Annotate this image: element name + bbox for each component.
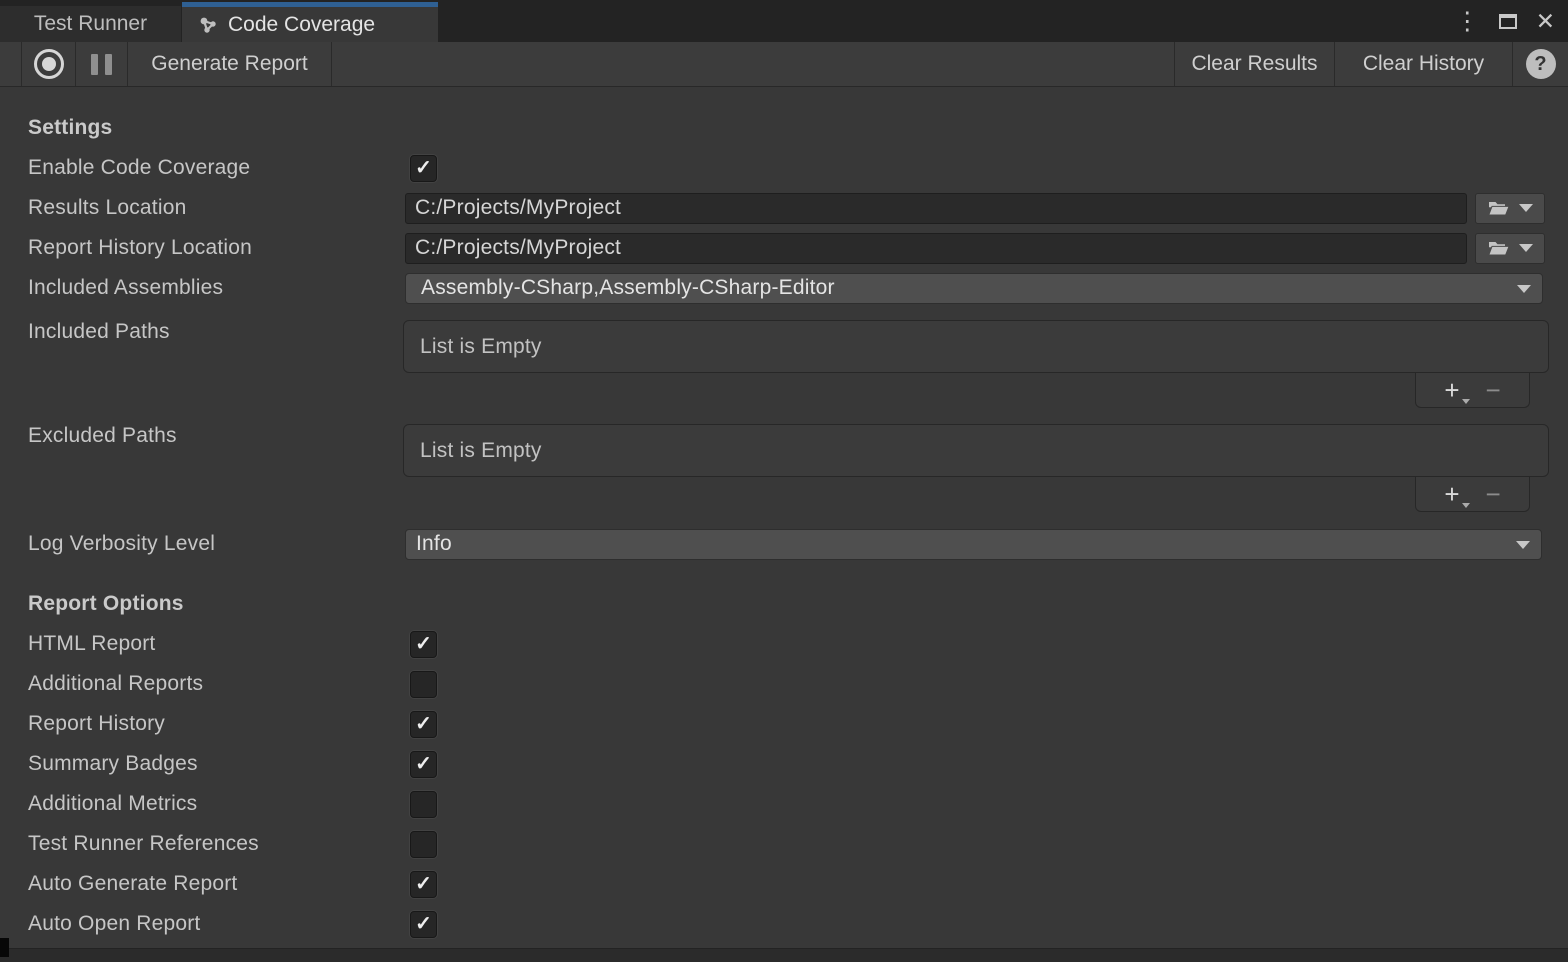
add-path-button[interactable]: + <box>1444 484 1469 505</box>
plus-icon: + <box>1444 484 1459 505</box>
included-assemblies-dropdown[interactable]: Assembly-CSharp,Assembly-CSharp-Editor <box>405 273 1543 304</box>
check-icon: ✓ <box>415 714 432 734</box>
chevron-down-icon <box>1517 285 1531 293</box>
excluded-paths-list-footer: + − <box>1415 477 1530 512</box>
window-corner-notch <box>0 938 9 957</box>
html-report-label: HTML Report <box>28 632 405 656</box>
enable-code-coverage-label: Enable Code Coverage <box>28 156 405 180</box>
check-icon: ✓ <box>415 874 432 894</box>
tab-code-coverage-label: Code Coverage <box>228 13 375 37</box>
plus-icon: + <box>1444 380 1459 401</box>
pause-button[interactable] <box>76 42 128 86</box>
report-history-location-label: Report History Location <box>28 236 405 260</box>
excluded-paths-empty-text: List is Empty <box>420 439 542 463</box>
results-location-browse-button[interactable] <box>1475 193 1545 224</box>
check-icon: ✓ <box>415 754 432 774</box>
test-runner-references-label: Test Runner References <box>28 832 405 856</box>
summary-badges-label: Summary Badges <box>28 752 405 776</box>
record-button[interactable] <box>22 42 76 86</box>
included-paths-label: Included Paths <box>28 320 405 344</box>
summary-badges-checkbox[interactable]: ✓ <box>410 751 437 778</box>
tab-test-runner-label: Test Runner <box>34 12 147 36</box>
folder-open-icon <box>1488 240 1510 257</box>
generate-report-button[interactable]: Generate Report <box>128 42 332 86</box>
window-menu-icon[interactable]: ⋮ <box>1455 9 1480 34</box>
help-button[interactable]: ? <box>1512 42 1568 86</box>
included-assemblies-label: Included Assemblies <box>28 276 405 300</box>
settings-header: Settings <box>28 116 112 140</box>
close-icon[interactable]: ✕ <box>1536 10 1555 33</box>
tab-code-coverage[interactable]: Code Coverage <box>182 2 438 42</box>
chevron-down-icon <box>1519 204 1533 212</box>
code-coverage-icon <box>199 15 219 35</box>
report-history-label: Report History <box>28 712 405 736</box>
remove-path-button[interactable]: − <box>1486 484 1501 505</box>
auto-open-report-label: Auto Open Report <box>28 912 405 936</box>
toolbar-lead-segment <box>0 42 22 86</box>
code-coverage-window: Test Runner Code Coverage ⋮ ✕ <box>0 0 1568 962</box>
check-icon: ✓ <box>415 634 432 654</box>
report-history-location-input[interactable] <box>405 233 1467 264</box>
clear-results-button[interactable]: Clear Results <box>1174 42 1334 86</box>
auto-generate-report-label: Auto Generate Report <box>28 872 405 896</box>
toolbar: Generate Report Clear Results Clear Hist… <box>0 42 1568 87</box>
clear-history-label: Clear History <box>1363 52 1484 76</box>
additional-metrics-checkbox[interactable] <box>410 791 437 818</box>
report-history-checkbox[interactable]: ✓ <box>410 711 437 738</box>
included-paths-empty-text: List is Empty <box>420 335 542 359</box>
excluded-paths-label: Excluded Paths <box>28 424 405 448</box>
report-history-location-browse-button[interactable] <box>1475 233 1545 264</box>
help-icon: ? <box>1526 49 1556 79</box>
check-icon: ✓ <box>415 158 432 178</box>
html-report-checkbox[interactable]: ✓ <box>410 631 437 658</box>
log-verbosity-label: Log Verbosity Level <box>28 532 405 556</box>
tab-bar: Test Runner Code Coverage ⋮ ✕ <box>0 0 1568 42</box>
tab-test-runner[interactable]: Test Runner <box>0 6 181 42</box>
window-controls: ⋮ ✕ <box>1455 0 1555 42</box>
clear-history-button[interactable]: Clear History <box>1334 42 1512 86</box>
remove-path-button[interactable]: − <box>1486 380 1501 401</box>
window-bottom-edge <box>0 948 1568 962</box>
excluded-paths-list[interactable]: List is Empty <box>403 424 1549 477</box>
included-paths-list[interactable]: List is Empty <box>403 320 1549 373</box>
folder-open-icon <box>1488 200 1510 217</box>
settings-panel: Settings Enable Code Coverage ✓ Results … <box>0 87 1568 948</box>
additional-reports-label: Additional Reports <box>28 672 405 696</box>
toolbar-spacer <box>332 42 1174 86</box>
chevron-down-icon <box>1516 541 1530 549</box>
clear-results-label: Clear Results <box>1191 52 1317 76</box>
add-dropdown-caret-icon <box>1462 399 1470 404</box>
generate-report-label: Generate Report <box>151 52 307 76</box>
included-paths-list-footer: + − <box>1415 373 1530 408</box>
results-location-input[interactable] <box>405 193 1467 224</box>
record-icon <box>34 49 64 79</box>
add-dropdown-caret-icon <box>1462 503 1470 508</box>
add-path-button[interactable]: + <box>1444 380 1469 401</box>
log-verbosity-value: Info <box>416 532 452 556</box>
check-icon: ✓ <box>415 914 432 934</box>
enable-code-coverage-checkbox[interactable]: ✓ <box>410 155 437 182</box>
pause-icon <box>91 54 98 75</box>
auto-open-report-checkbox[interactable]: ✓ <box>410 911 437 938</box>
chevron-down-icon <box>1519 244 1533 252</box>
additional-reports-checkbox[interactable] <box>410 671 437 698</box>
test-runner-references-checkbox[interactable] <box>410 831 437 858</box>
included-assemblies-value: Assembly-CSharp,Assembly-CSharp-Editor <box>421 276 835 300</box>
results-location-label: Results Location <box>28 196 405 220</box>
log-verbosity-dropdown[interactable]: Info <box>405 529 1542 560</box>
additional-metrics-label: Additional Metrics <box>28 792 405 816</box>
maximize-icon[interactable] <box>1499 14 1517 29</box>
report-options-header: Report Options <box>28 592 184 616</box>
auto-generate-report-checkbox[interactable]: ✓ <box>410 871 437 898</box>
